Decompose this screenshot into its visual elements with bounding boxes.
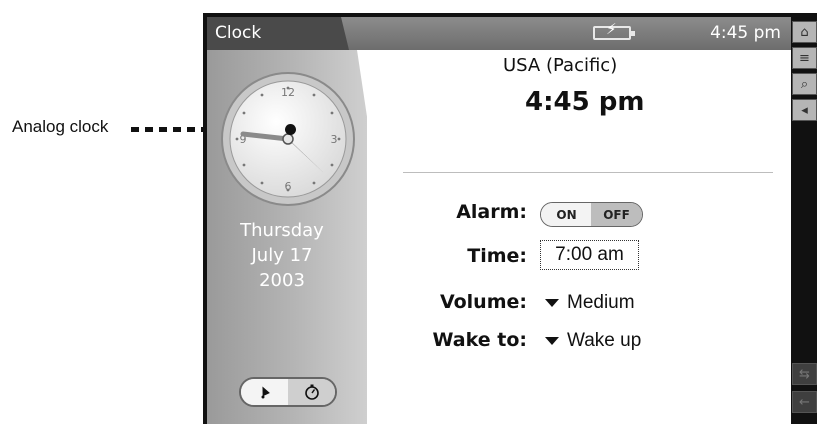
- alarm-time-field[interactable]: 7:00 am: [540, 240, 639, 270]
- numeral-3: 3: [331, 133, 338, 146]
- speaker-icon[interactable]: ◂: [792, 99, 817, 121]
- timezone-label: USA (Pacific): [503, 55, 618, 76]
- alarm-off-button[interactable]: OFF: [591, 203, 642, 226]
- app-title-tab[interactable]: Clock: [207, 17, 349, 50]
- alarm-on-button[interactable]: ON: [541, 203, 593, 226]
- dropdown-arrow-icon: [545, 337, 559, 345]
- title-bar: Clock ⚡ 4:45 pm: [207, 17, 791, 50]
- stopwatch-mode-button[interactable]: [288, 379, 335, 405]
- wake-to-value: Wake up: [567, 330, 642, 351]
- clock-center: [282, 133, 294, 145]
- status-time: 4:45 pm: [710, 23, 781, 43]
- analog-clock-callout-label: Analog clock: [12, 117, 109, 136]
- date-month-day: July 17: [251, 245, 313, 266]
- volume-value: Medium: [567, 292, 635, 313]
- wake-to-dropdown[interactable]: Wake up: [545, 330, 641, 352]
- current-time: 4:45 pm: [525, 87, 645, 117]
- home-icon[interactable]: ⌂: [792, 21, 817, 43]
- analog-clock: 12 3 6 9: [221, 72, 355, 206]
- alarm-toggle[interactable]: ON OFF: [540, 202, 643, 227]
- lightning-icon: ⚡: [606, 20, 617, 38]
- time-label: Time:: [467, 245, 527, 267]
- clock-app-screen: Clock ⚡ 4:45 pm 12 3 6 9 Thursday July 1…: [207, 17, 791, 424]
- alarm-mode-button[interactable]: [241, 379, 289, 405]
- date-weekday: Thursday: [240, 220, 324, 241]
- back-icon[interactable]: ←: [792, 391, 817, 413]
- stopwatch-icon: [304, 384, 319, 400]
- dropdown-arrow-icon: [545, 299, 559, 307]
- search-icon[interactable]: ⌕: [792, 73, 817, 95]
- volume-label: Volume:: [439, 291, 527, 313]
- app-title: Clock: [215, 23, 262, 43]
- wake-to-label: Wake to:: [432, 329, 527, 351]
- menu-icon[interactable]: ≡: [792, 47, 817, 69]
- volume-dropdown[interactable]: Medium: [545, 292, 635, 314]
- sync-icon[interactable]: ⇆: [792, 363, 817, 385]
- bell-icon: [261, 386, 270, 399]
- numeral-6: 6: [285, 180, 292, 193]
- mode-switcher: [239, 377, 337, 407]
- numeral-12: 12: [281, 86, 295, 99]
- callout-dot: [285, 124, 296, 135]
- battery-charging-icon: ⚡: [593, 22, 635, 40]
- device-frame: Clock ⚡ 4:45 pm 12 3 6 9 Thursday July 1…: [203, 13, 817, 424]
- date-year: 2003: [259, 270, 305, 291]
- divider: [403, 172, 773, 173]
- alarm-label: Alarm:: [456, 201, 527, 223]
